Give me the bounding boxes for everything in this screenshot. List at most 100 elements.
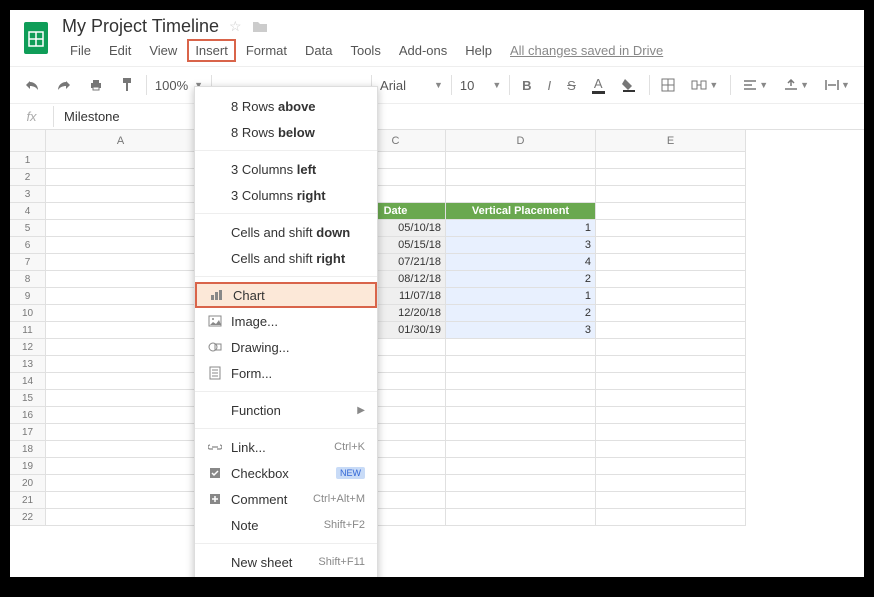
halign-button[interactable]: ▼ <box>739 75 772 95</box>
cell[interactable] <box>446 373 596 390</box>
menu-help[interactable]: Help <box>457 39 500 62</box>
cell[interactable] <box>446 339 596 356</box>
menu-view[interactable]: View <box>141 39 185 62</box>
menu-item-cells-and-shift-down[interactable]: Cells and shift down <box>195 219 377 245</box>
col-header-E[interactable]: E <box>596 130 746 152</box>
cell[interactable] <box>46 152 196 169</box>
cell[interactable] <box>446 475 596 492</box>
font-size-select[interactable]: 10▼ <box>460 78 501 93</box>
row-header[interactable]: 7 <box>10 254 46 271</box>
cell[interactable] <box>446 356 596 373</box>
cell[interactable] <box>596 356 746 373</box>
row-header[interactable]: 14 <box>10 373 46 390</box>
cell[interactable] <box>446 390 596 407</box>
cell[interactable] <box>446 152 596 169</box>
cell[interactable] <box>596 305 746 322</box>
star-icon[interactable]: ☆ <box>229 18 242 35</box>
row-header[interactable]: 18 <box>10 441 46 458</box>
menu-edit[interactable]: Edit <box>101 39 139 62</box>
cell[interactable] <box>46 509 196 526</box>
menu-item-drawing-[interactable]: Drawing... <box>195 334 377 360</box>
cell[interactable] <box>596 237 746 254</box>
paint-format-button[interactable] <box>116 73 138 97</box>
print-button[interactable] <box>84 74 108 96</box>
italic-button[interactable]: I <box>544 74 556 97</box>
strike-button[interactable]: S <box>563 74 580 97</box>
menu-item-3-columns-right[interactable]: 3 Columns right <box>195 182 377 208</box>
menu-item-function[interactable]: Function▶ <box>195 397 377 423</box>
cell[interactable] <box>446 492 596 509</box>
cell[interactable] <box>46 339 196 356</box>
row-header[interactable]: 1 <box>10 152 46 169</box>
cell[interactable] <box>46 475 196 492</box>
cell[interactable] <box>46 356 196 373</box>
cell[interactable] <box>446 458 596 475</box>
cell[interactable] <box>46 390 196 407</box>
row-header[interactable]: 2 <box>10 169 46 186</box>
cell[interactable] <box>46 186 196 203</box>
menu-item-link-[interactable]: Link...Ctrl+K <box>195 434 377 460</box>
cell[interactable] <box>596 509 746 526</box>
menu-item-image-[interactable]: Image... <box>195 308 377 334</box>
cell[interactable] <box>596 254 746 271</box>
font-select[interactable]: Arial▼ <box>380 78 443 93</box>
cell[interactable] <box>596 322 746 339</box>
redo-button[interactable] <box>52 74 76 96</box>
row-header[interactable]: 3 <box>10 186 46 203</box>
cell[interactable] <box>596 186 746 203</box>
menu-item-3-columns-left[interactable]: 3 Columns left <box>195 156 377 182</box>
cell[interactable] <box>596 288 746 305</box>
cell[interactable]: 1 <box>446 220 596 237</box>
cell[interactable]: 2 <box>446 305 596 322</box>
valign-button[interactable]: ▼ <box>780 75 813 95</box>
cell[interactable] <box>46 220 196 237</box>
cell[interactable]: 3 <box>446 322 596 339</box>
menu-item-cells-and-shift-right[interactable]: Cells and shift right <box>195 245 377 271</box>
menu-item-new-sheet[interactable]: New sheetShift+F11 <box>195 549 377 575</box>
move-folder-icon[interactable] <box>252 20 268 34</box>
spreadsheet-grid[interactable]: ABCDE 1234MilestoneDateVertical Placemen… <box>10 130 864 526</box>
row-header[interactable]: 15 <box>10 390 46 407</box>
cell[interactable]: 4 <box>446 254 596 271</box>
menu-item-checkbox[interactable]: CheckboxNEW <box>195 460 377 486</box>
cell[interactable] <box>596 458 746 475</box>
cell[interactable] <box>46 305 196 322</box>
cell[interactable] <box>596 441 746 458</box>
cell[interactable] <box>596 407 746 424</box>
cell[interactable]: Vertical Placement <box>446 203 596 220</box>
col-header-D[interactable]: D <box>446 130 596 152</box>
row-header[interactable]: 13 <box>10 356 46 373</box>
menu-item-note[interactable]: NoteShift+F2 <box>195 512 377 538</box>
row-header[interactable]: 20 <box>10 475 46 492</box>
cell[interactable] <box>46 441 196 458</box>
cell[interactable] <box>46 407 196 424</box>
cell[interactable]: 2 <box>446 271 596 288</box>
cell[interactable] <box>596 475 746 492</box>
row-header[interactable]: 17 <box>10 424 46 441</box>
row-header[interactable]: 11 <box>10 322 46 339</box>
menu-insert[interactable]: Insert <box>187 39 236 62</box>
col-header-A[interactable]: A <box>46 130 196 152</box>
row-header[interactable]: 4 <box>10 203 46 220</box>
cell[interactable] <box>446 424 596 441</box>
cell[interactable] <box>46 271 196 288</box>
formula-bar[interactable]: Milestone <box>54 109 120 124</box>
text-color-button[interactable]: A <box>588 72 609 98</box>
menu-format[interactable]: Format <box>238 39 295 62</box>
save-status[interactable]: All changes saved in Drive <box>510 43 663 58</box>
cell[interactable] <box>46 322 196 339</box>
menu-item-chart[interactable]: Chart <box>195 282 377 308</box>
menu-item-form-[interactable]: Form... <box>195 360 377 386</box>
row-header[interactable]: 8 <box>10 271 46 288</box>
row-header[interactable]: 10 <box>10 305 46 322</box>
row-header[interactable]: 21 <box>10 492 46 509</box>
cell[interactable]: 1 <box>446 288 596 305</box>
doc-title[interactable]: My Project Timeline <box>62 16 219 37</box>
cell[interactable] <box>596 271 746 288</box>
bold-button[interactable]: B <box>518 74 535 97</box>
cell[interactable] <box>46 169 196 186</box>
cell[interactable] <box>446 169 596 186</box>
cell[interactable]: 3 <box>446 237 596 254</box>
cell[interactable] <box>46 458 196 475</box>
menu-data[interactable]: Data <box>297 39 340 62</box>
